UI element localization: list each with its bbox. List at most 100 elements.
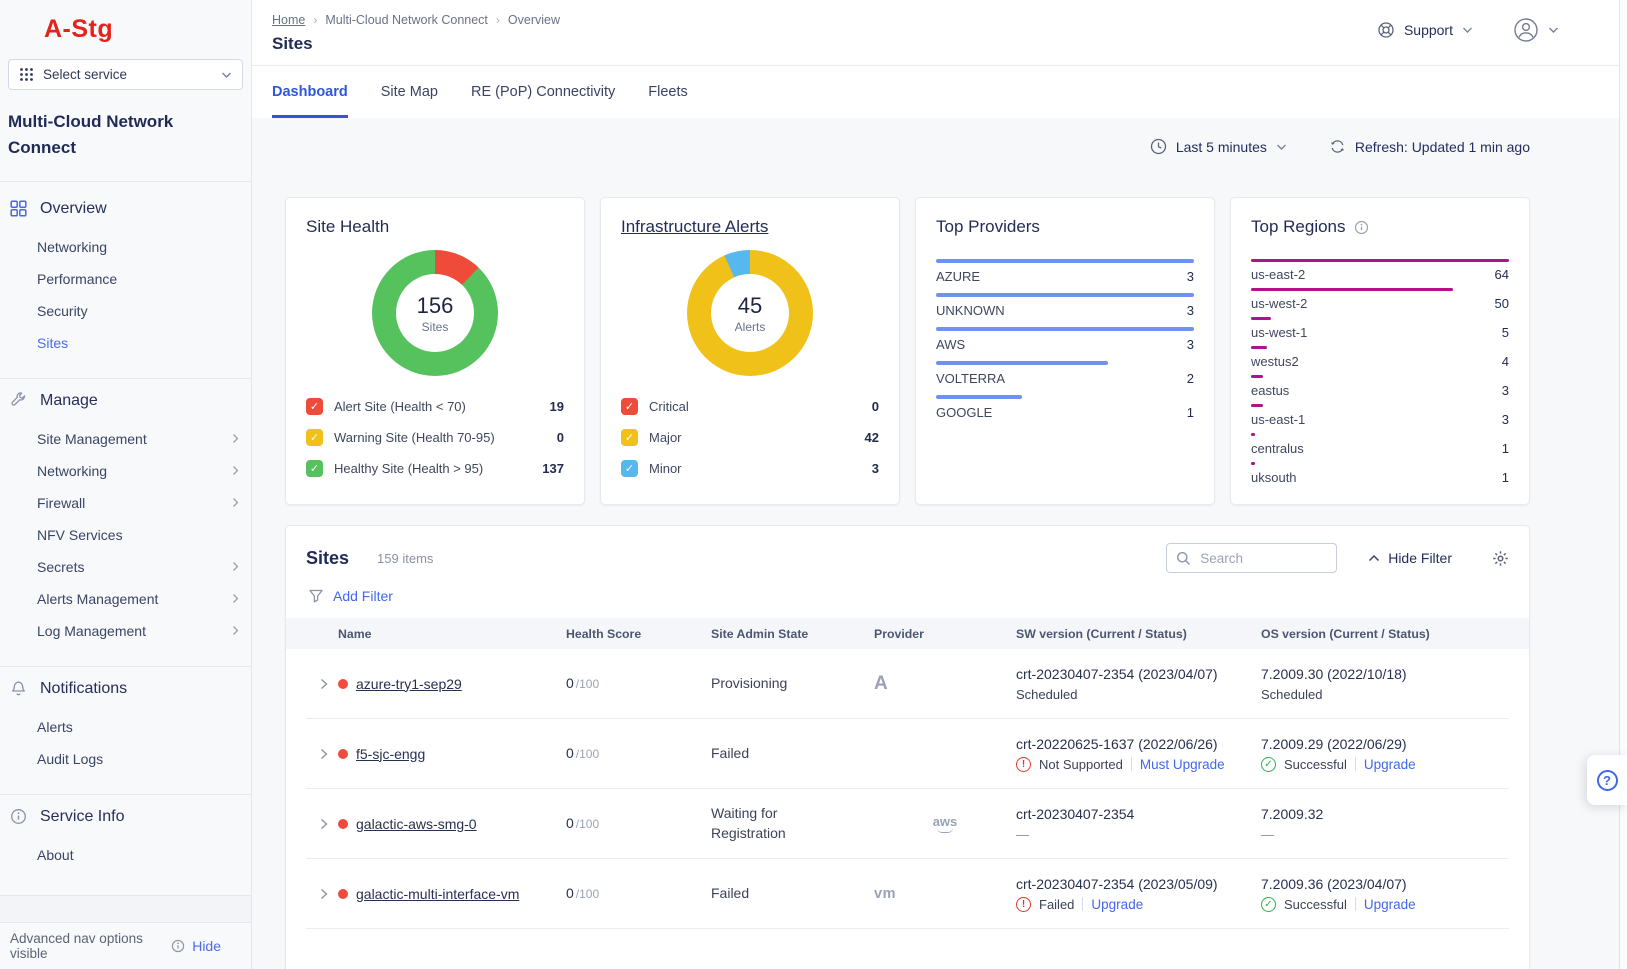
funnel-icon <box>308 588 324 604</box>
tab-fleets[interactable]: Fleets <box>648 66 688 118</box>
refresh-icon[interactable] <box>1329 138 1346 155</box>
refresh-status-text[interactable]: Refresh: Updated 1 min ago <box>1355 139 1530 155</box>
legend-item-critical[interactable]: Critical 0 <box>621 391 879 422</box>
add-filter-button[interactable]: Add Filter <box>308 588 1509 604</box>
divider <box>1355 897 1356 911</box>
region-bar-us-west-2[interactable]: us-west-250 <box>1251 288 1509 311</box>
chevron-down-icon[interactable] <box>1462 26 1473 34</box>
legend-item-major[interactable]: Major 42 <box>621 422 879 453</box>
hide-filter-button[interactable]: Hide Filter <box>1368 550 1452 566</box>
table-settings-gear-icon[interactable] <box>1492 550 1509 567</box>
upgrade-link[interactable]: Upgrade <box>1091 897 1143 912</box>
site-name-link[interactable]: galactic-multi-interface-vm <box>356 886 519 902</box>
sidebar-section-service-info[interactable]: Service Info <box>0 795 251 839</box>
time-range-selector[interactable]: Last 5 minutes <box>1176 139 1267 155</box>
advanced-nav-label: Advanced nav options visible <box>10 931 164 961</box>
scrollbar-track[interactable] <box>1619 0 1627 969</box>
sidebar-item-nfv-services[interactable]: NFV Services <box>0 519 251 551</box>
upgrade-link[interactable]: Upgrade <box>1364 897 1416 912</box>
expand-chevron-icon[interactable] <box>318 676 330 692</box>
sidebar-section-overview[interactable]: Overview <box>0 187 251 231</box>
checkbox-checked-icon[interactable] <box>306 398 323 415</box>
expand-chevron-icon[interactable] <box>318 746 330 762</box>
table-row[interactable]: galactic-multi-interface-vm 0/100 Failed… <box>306 859 1509 929</box>
sidebar-item-alerts[interactable]: Alerts <box>0 711 251 743</box>
sidebar-item-log-management[interactable]: Log Management <box>0 615 251 647</box>
region-bar-westus2[interactable]: westus24 <box>1251 346 1509 369</box>
provider-azure-icon: A <box>874 673 888 694</box>
expand-chevron-icon[interactable] <box>318 886 330 902</box>
main-area: Home › Multi-Cloud Network Connect › Ove… <box>252 0 1627 969</box>
checkbox-checked-icon[interactable] <box>306 460 323 477</box>
sidebar-item-security[interactable]: Security <box>0 295 251 327</box>
region-bar-us-east-2[interactable]: us-east-264 <box>1251 259 1509 282</box>
tab-site-map[interactable]: Site Map <box>381 66 438 118</box>
provider-bar-aws[interactable]: AWS3 <box>936 327 1194 352</box>
upgrade-link[interactable]: Upgrade <box>1364 757 1416 772</box>
top-providers-chart: AZURE3 UNKNOWN3 AWS3 VOLTERRA2 <box>936 259 1194 420</box>
sidebar-item-firewall[interactable]: Firewall <box>0 487 251 519</box>
provider-bar-google[interactable]: GOOGLE1 <box>936 395 1194 420</box>
chevron-right-icon <box>232 465 239 476</box>
chevron-down-icon[interactable] <box>1276 143 1287 151</box>
support-label[interactable]: Support <box>1404 22 1453 38</box>
sidebar-item-site-management[interactable]: Site Management <box>0 423 251 455</box>
legend-item-minor[interactable]: Minor 3 <box>621 453 879 484</box>
region-bar-us-west-1[interactable]: us-west-15 <box>1251 317 1509 340</box>
site-name-link[interactable]: azure-try1-sep29 <box>356 676 462 692</box>
table-row[interactable]: galactic-aws-smg-0 0/100 Waiting for Reg… <box>306 789 1509 859</box>
legend-item-healthy-sites[interactable]: Healthy Site (Health > 95) 137 <box>306 453 564 484</box>
provider-bar-volterra[interactable]: VOLTERRA2 <box>936 361 1194 386</box>
checkbox-checked-icon[interactable] <box>621 398 638 415</box>
region-bar-centralus[interactable]: centralus1 <box>1251 433 1509 456</box>
tab-dashboard[interactable]: Dashboard <box>272 66 348 118</box>
legend-item-alert-sites[interactable]: Alert Site (Health < 70) 19 <box>306 391 564 422</box>
infrastructure-alerts-title-link[interactable]: Infrastructure Alerts <box>621 217 879 237</box>
sidebar-item-sites[interactable]: Sites <box>0 327 251 359</box>
checkbox-checked-icon[interactable] <box>306 429 323 446</box>
region-bar-us-east-1[interactable]: us-east-13 <box>1251 404 1509 427</box>
tab-bar: Dashboard Site Map RE (PoP) Connectivity… <box>252 66 1627 118</box>
sidebar-item-networking-manage[interactable]: Networking <box>0 455 251 487</box>
sidebar-item-alerts-management[interactable]: Alerts Management <box>0 583 251 615</box>
provider-bar-unknown[interactable]: UNKNOWN3 <box>936 293 1194 318</box>
checkbox-checked-icon[interactable] <box>621 429 638 446</box>
breadcrumb-home-link[interactable]: Home <box>272 13 305 27</box>
search-box[interactable] <box>1166 543 1337 573</box>
region-bar-uksouth[interactable]: uksouth1 <box>1251 462 1509 485</box>
expand-chevron-icon[interactable] <box>318 816 330 832</box>
chevron-right-icon <box>232 497 239 508</box>
must-upgrade-link[interactable]: Must Upgrade <box>1140 757 1225 772</box>
info-icon <box>10 808 27 825</box>
table-row[interactable]: azure-try1-sep29 0/100 Provisioning A cr… <box>306 649 1509 719</box>
sidebar-item-performance[interactable]: Performance <box>0 263 251 295</box>
sidebar-item-networking[interactable]: Networking <box>0 231 251 263</box>
provider-bar-azure[interactable]: AZURE3 <box>936 259 1194 284</box>
checkbox-checked-icon[interactable] <box>621 460 638 477</box>
avatar[interactable] <box>1513 17 1539 43</box>
sites-table-card: Sites 159 items Hide Filter <box>285 525 1530 969</box>
info-icon[interactable] <box>1354 220 1369 235</box>
site-health-donut-chart[interactable]: 156 Sites <box>372 250 498 376</box>
sidebar-item-secrets[interactable]: Secrets <box>0 551 251 583</box>
sidebar-item-audit-logs[interactable]: Audit Logs <box>0 743 251 775</box>
breadcrumb-item: Overview <box>508 13 560 27</box>
sidebar-section-notifications[interactable]: Notifications <box>0 667 251 711</box>
help-button[interactable]: ? <box>1587 755 1627 805</box>
infrastructure-alerts-donut-chart[interactable]: 45 Alerts <box>687 250 813 376</box>
legend-item-warning-sites[interactable]: Warning Site (Health 70-95) 0 <box>306 422 564 453</box>
sidebar-item-about[interactable]: About <box>0 839 251 871</box>
hide-advanced-nav-link[interactable]: Hide <box>192 938 221 954</box>
search-input[interactable] <box>1198 550 1327 567</box>
grid-icon <box>10 200 27 217</box>
site-name-link[interactable]: galactic-aws-smg-0 <box>356 816 477 832</box>
column-header-health-score: Health Score <box>566 627 711 641</box>
tab-re-pop-connectivity[interactable]: RE (PoP) Connectivity <box>471 66 615 118</box>
column-header-provider: Provider <box>874 627 1016 641</box>
table-row[interactable]: f5-sjc-engg 0/100 Failed crt-20220625-16… <box>306 719 1509 789</box>
sidebar-section-manage[interactable]: Manage <box>0 379 251 423</box>
site-name-link[interactable]: f5-sjc-engg <box>356 746 425 762</box>
region-bar-eastus[interactable]: eastus3 <box>1251 375 1509 398</box>
chevron-down-icon[interactable] <box>1548 26 1559 34</box>
service-selector[interactable]: Select service <box>8 59 243 90</box>
